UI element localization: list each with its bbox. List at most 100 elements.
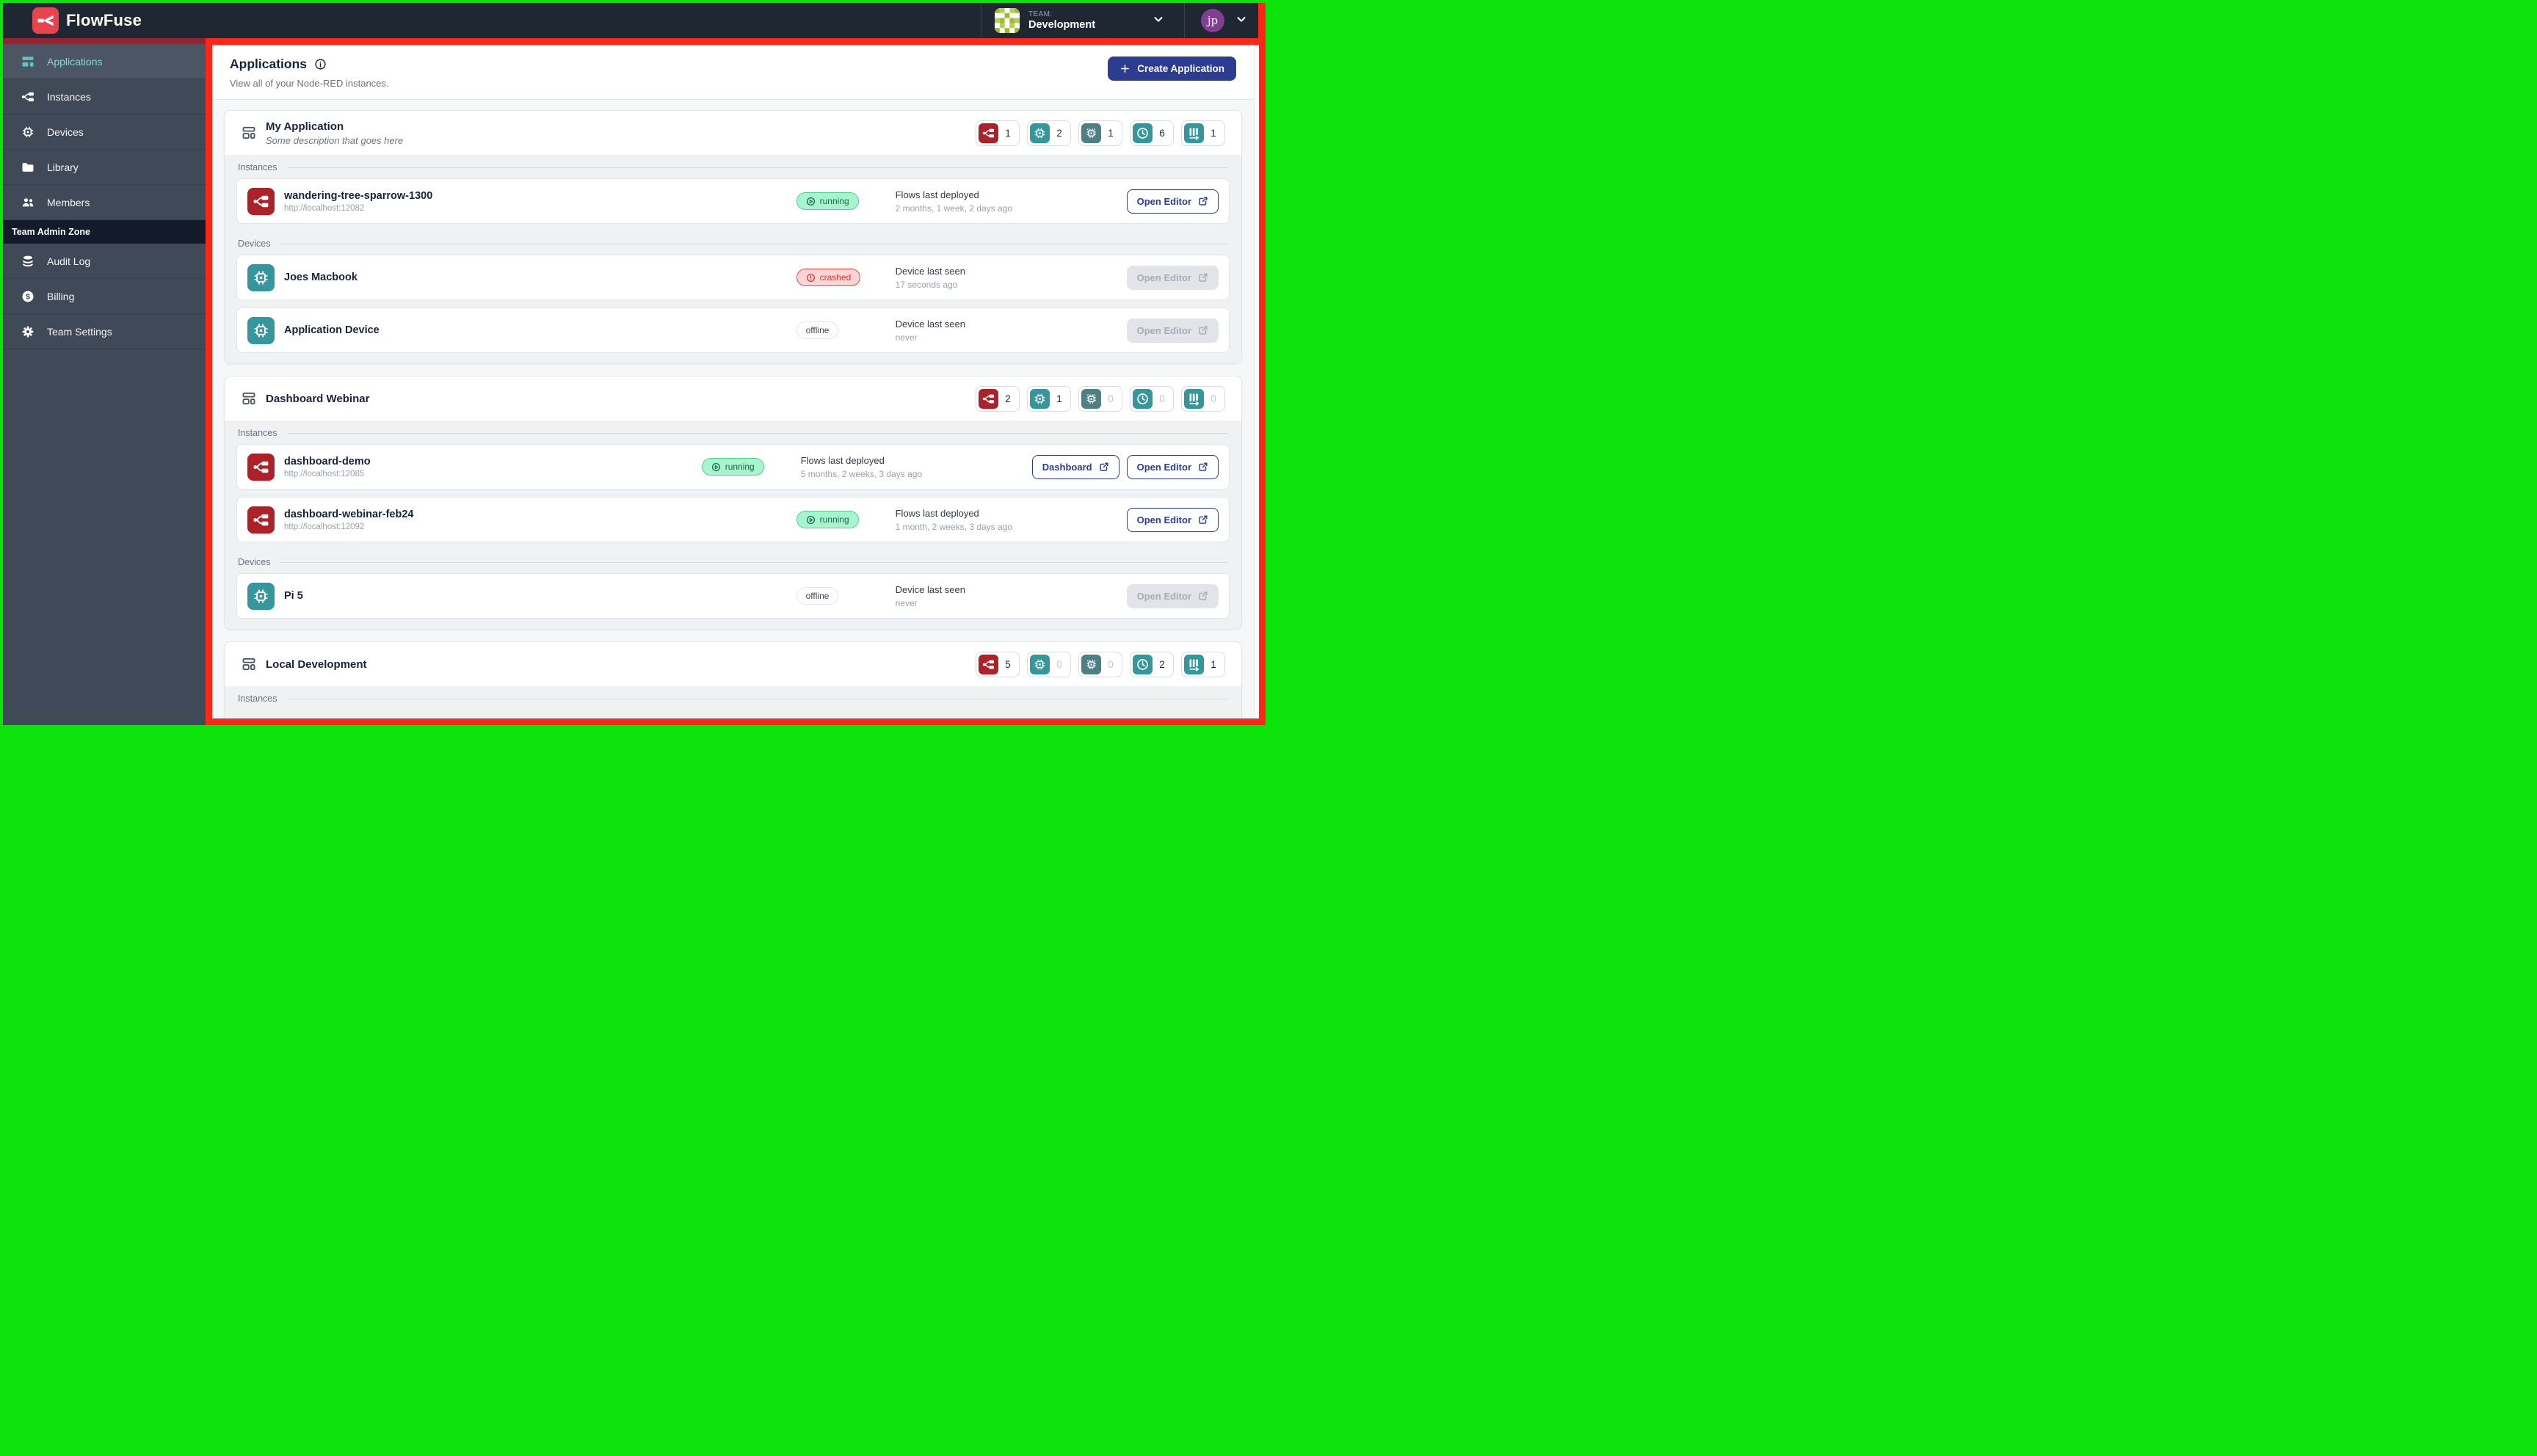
sidebar-item-applications[interactable]: Applications (3, 44, 206, 79)
status-badge: offline (796, 321, 839, 339)
instance-url: http://localhost:12085 (284, 469, 365, 478)
top-navbar: FlowFuse TEAM: Development jp (3, 3, 1266, 38)
play-circle-icon (711, 462, 721, 472)
external-link-icon (1197, 591, 1208, 602)
template-icon (21, 54, 35, 69)
alert-circle-icon (806, 273, 816, 283)
sidebar-item-label: Billing (47, 290, 75, 302)
dollar-icon (21, 289, 35, 304)
application-card-body: Instances wandering-tree-sparrow-1300 ht… (225, 155, 1241, 363)
sidebar-item-devices[interactable]: Devices (3, 114, 206, 150)
instance-name: dashboard-demo (284, 455, 371, 467)
device-meta: Device last seen never (896, 318, 1127, 343)
meta-label: Device last seen (895, 265, 965, 277)
sidebar-item-library[interactable]: Library (3, 150, 206, 185)
application-name[interactable]: Local Development (266, 658, 367, 671)
application-icon (241, 390, 257, 407)
application-stats: 2 1 0 0 0 (976, 385, 1225, 412)
open-editor-button[interactable]: Open Editor (1126, 454, 1219, 479)
sidebar-item-billing[interactable]: Billing (3, 279, 206, 314)
device-actions: Open Editor (1126, 583, 1219, 608)
open-editor-button[interactable]: Open Editor (1126, 189, 1219, 214)
scrollbar[interactable] (1254, 45, 1259, 718)
sidebar-item-audit-log[interactable]: Audit Log (3, 244, 206, 279)
flowfuse-logo[interactable]: FlowFuse (32, 7, 142, 34)
create-application-button[interactable]: Create Application (1108, 57, 1236, 81)
device-row[interactable]: Pi 5 offline Device last seen never Open… (236, 573, 1230, 619)
sidebar-item-instances[interactable]: Instances (3, 79, 206, 114)
device-groups-count-badge: 0 (1078, 651, 1122, 677)
instance-url: http://localhost:12092 (284, 522, 365, 531)
database-icon (21, 254, 35, 269)
instance-row[interactable]: wandering-tree-sparrow-1300 http://local… (236, 178, 1230, 224)
instance-row[interactable]: dashboard-demo http://localhost:12085 ru… (236, 444, 1230, 489)
devices-section-label: Devices (236, 550, 1230, 573)
status-badge: running (796, 192, 859, 210)
page-header: Applications View all of your Node-RED i… (212, 45, 1254, 100)
device-meta: Device last seen never (896, 584, 1127, 608)
meta-value: never (895, 597, 918, 608)
chip-icon (1030, 388, 1050, 409)
dashboard-button[interactable]: Dashboard (1031, 454, 1119, 479)
instance-identity: dashboard-webinar-feb24 http://localhost… (247, 506, 796, 534)
device-identity: Pi 5 (247, 582, 796, 610)
instances-section-label: Instances (236, 155, 1230, 178)
open-editor-button-disabled[interactable]: Open Editor (1126, 583, 1219, 608)
application-card-body: Instances (225, 686, 1241, 718)
meta-label: Device last seen (895, 318, 965, 330)
sidebar-item-team-settings[interactable]: Team Settings (3, 314, 206, 349)
open-editor-button[interactable]: Open Editor (1126, 507, 1219, 532)
instance-status: running (701, 458, 801, 476)
open-editor-button-disabled[interactable]: Open Editor (1126, 265, 1219, 290)
annotation-red-strip (1258, 3, 1266, 38)
external-link-icon (1197, 196, 1208, 207)
info-icon[interactable] (314, 58, 327, 70)
device-row[interactable]: Joes Macbook crashed Device last seen 17… (236, 255, 1230, 300)
instance-actions: Open Editor (1126, 189, 1219, 214)
team-admin-zone-header: Team Admin Zone (3, 220, 206, 244)
instances-count-badge: 5 (976, 651, 1020, 677)
play-circle-icon (806, 197, 816, 206)
meta-value: 1 month, 2 weeks, 3 days ago (895, 521, 1013, 532)
annotation-red-highlight-box: Applications View all of your Node-RED i… (206, 38, 1266, 725)
status-badge: running (796, 511, 859, 528)
instance-actions: Open Editor (1126, 507, 1219, 532)
applications-page: Applications View all of your Node-RED i… (212, 45, 1254, 718)
create-application-label: Create Application (1137, 63, 1224, 74)
team-avatar-identicon (995, 8, 1020, 33)
instance-actions: Dashboard Open Editor (1031, 454, 1219, 479)
application-title-block: My Application Some description that goe… (266, 120, 403, 146)
team-selector[interactable]: TEAM: Development (981, 3, 1185, 38)
instance-status: running (796, 192, 896, 210)
application-name[interactable]: Dashboard Webinar (266, 393, 369, 405)
devices-count-badge: 0 (1027, 651, 1071, 677)
open-editor-button-disabled[interactable]: Open Editor (1126, 318, 1219, 343)
annotation-dark-red-line (3, 38, 206, 44)
instances-section-label: Instances (236, 686, 1230, 710)
device-status: crashed (796, 269, 896, 286)
node-red-flow-icon (247, 187, 275, 215)
meta-label: Flows last deployed (895, 189, 979, 200)
external-link-icon (1098, 462, 1109, 473)
chip-icon (1030, 123, 1050, 143)
device-status: offline (796, 321, 896, 339)
device-row[interactable]: Application Device offline Device last s… (236, 307, 1230, 353)
chevron-down-icon (1235, 12, 1248, 29)
user-menu[interactable]: jp (1185, 3, 1255, 38)
application-card: Local Development 5 0 0 2 1 Instances (224, 641, 1242, 718)
application-card: My Application Some description that goe… (224, 110, 1242, 364)
sidebar-item-members[interactable]: Members (3, 185, 206, 220)
instance-row[interactable]: dashboard-webinar-feb24 http://localhost… (236, 497, 1230, 542)
chip-icon (247, 263, 275, 291)
node-red-flow-icon (979, 388, 998, 409)
external-link-icon (1197, 514, 1208, 525)
device-meta: Device last seen 17 seconds ago (896, 266, 1127, 290)
team-label: TEAM: (1028, 10, 1053, 18)
clock-icon (1133, 123, 1153, 143)
instance-identity: wandering-tree-sparrow-1300 http://local… (247, 187, 796, 215)
application-stats: 1 2 1 6 1 (976, 120, 1225, 146)
devices-section-label: Devices (236, 231, 1230, 255)
snapshots-count-badge: 6 (1130, 120, 1174, 146)
application-name[interactable]: My Application (266, 120, 403, 133)
chevron-down-icon (1152, 12, 1165, 29)
